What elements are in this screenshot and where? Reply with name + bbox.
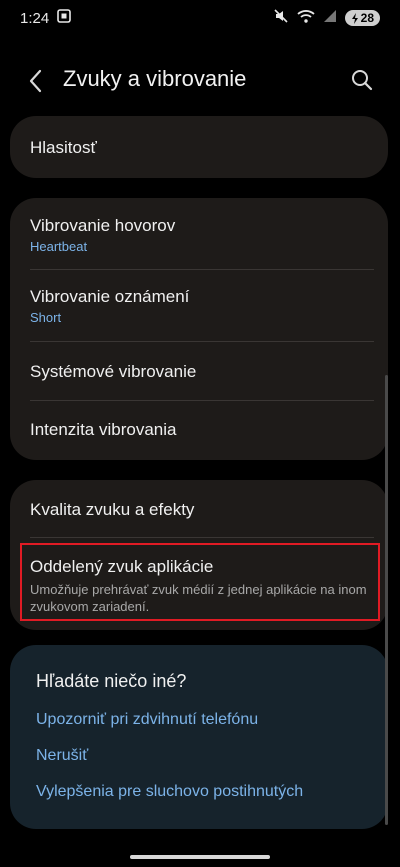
notification-vibration-value: Short: [30, 310, 62, 325]
gesture-nav-handle[interactable]: [130, 855, 270, 859]
vibration-intensity-item[interactable]: Intenzita vibrovania: [30, 420, 374, 440]
separate-app-sound-item[interactable]: Oddelený zvuk aplikácie Umožňuje prehráv…: [20, 543, 380, 621]
call-vibration-item[interactable]: Vibrovanie hovorov Heartbeat: [30, 216, 374, 254]
divider: [30, 537, 374, 538]
call-vibration-title: Vibrovanie hovorov: [30, 216, 176, 235]
suggestions-title: Hľadáte niečo iné?: [36, 671, 187, 691]
divider: [30, 269, 374, 270]
battery-charging-icon: 28: [344, 10, 380, 26]
mute-icon: [273, 8, 289, 28]
sound-quality-title: Kvalita zvuku a efekty: [30, 500, 195, 519]
wifi-icon: [297, 9, 315, 27]
status-bar: 1:24 28: [0, 0, 400, 36]
back-button[interactable]: [24, 68, 50, 94]
signal-icon: [323, 9, 337, 27]
sound-quality-item[interactable]: Kvalita zvuku a efekty: [30, 500, 374, 520]
page-title: Zvuky a vibrovanie: [63, 66, 247, 91]
search-button[interactable]: [350, 68, 374, 92]
call-vibration-value: Heartbeat: [30, 239, 88, 254]
system-vibration-title: Systémové vibrovanie: [30, 362, 197, 381]
battery-level: 28: [360, 11, 374, 25]
divider: [30, 341, 374, 342]
volume-card: Hlasitosť: [10, 116, 388, 178]
status-right: 28: [273, 8, 380, 28]
vibration-card: Vibrovanie hovorov Heartbeat Vibrovanie …: [10, 198, 388, 460]
header: Zvuky a vibrovanie: [0, 50, 400, 110]
scrollbar[interactable]: [385, 375, 388, 825]
separate-app-sound-description: Umožňuje prehrávať zvuk médií z jednej a…: [30, 582, 367, 614]
system-vibration-item[interactable]: Systémové vibrovanie: [30, 362, 374, 382]
suggestion-link-do-not-disturb[interactable]: Nerušiť: [36, 747, 88, 765]
chevron-left-icon: [29, 69, 42, 93]
search-icon: [352, 70, 373, 91]
status-time: 1:24: [20, 9, 50, 27]
separate-app-sound-title: Oddelený zvuk aplikácie: [30, 557, 214, 576]
divider: [30, 400, 374, 401]
status-left: 1:24: [20, 9, 72, 27]
vibration-intensity-title: Intenzita vibrovania: [30, 420, 177, 439]
screenshot-icon: [57, 9, 72, 27]
volume-title: Hlasitosť: [30, 138, 97, 157]
notification-vibration-item[interactable]: Vibrovanie oznámení Short: [30, 287, 374, 325]
suggestion-link-hearing-enhancements[interactable]: Vylepšenia pre sluchovo postihnutých: [36, 783, 303, 801]
suggestion-link-lift-to-notify[interactable]: Upozorniť pri zdvihnutí telefónu: [36, 711, 258, 729]
notification-vibration-title: Vibrovanie oznámení: [30, 287, 190, 306]
volume-item[interactable]: Hlasitosť: [30, 138, 374, 158]
separate-app-sound-content: Oddelený zvuk aplikácie Umožňuje prehráv…: [30, 557, 372, 615]
suggestions-card: Hľadáte niečo iné? Upozorniť pri zdvihnu…: [10, 645, 388, 829]
